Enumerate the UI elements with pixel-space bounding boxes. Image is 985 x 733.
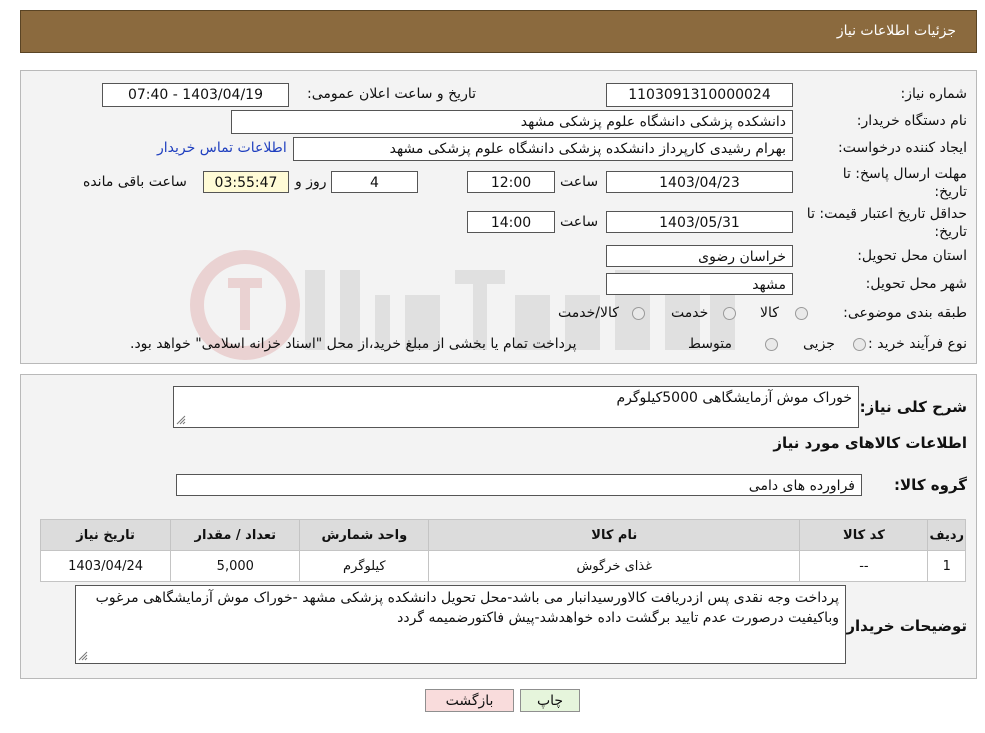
category-radio-goods[interactable] — [795, 307, 808, 320]
page-title: جزئیات اطلاعات نیاز — [836, 23, 956, 39]
table-row: 1 -- غذای خرگوش کیلوگرم 5,000 1403/04/24 — [39, 550, 966, 582]
category-label: طبقه بندی موضوعی: — [843, 305, 967, 321]
description-text: خوراک موش آزمایشگاهی 5000کیلوگرم — [616, 390, 852, 406]
deadline-days-field: 4 — [331, 171, 418, 193]
category-option-goods: کالا — [760, 305, 779, 321]
cell-goods-code: -- — [799, 550, 929, 582]
deadline-days-label: روز و — [295, 174, 327, 190]
deadline-label-line1: مهلت ارسال پاسخ: تا — [842, 166, 967, 182]
price-validity-label-line2: تاریخ: — [934, 224, 967, 240]
goods-info-title: اطلاعات کالاهای مورد نیاز — [773, 434, 967, 452]
print-button[interactable]: چاپ — [520, 689, 580, 712]
header-need-date: تاریخ نیاز — [39, 519, 172, 551]
header-quantity: تعداد / مقدار — [170, 519, 301, 551]
buyer-notes-label: توضیحات خریدار: — [840, 617, 967, 635]
deadline-date-field: 1403/04/23 — [606, 171, 793, 193]
announce-datetime-field: 1403/04/19 - 07:40 — [102, 83, 289, 107]
description-field: خوراک موش آزمایشگاهی 5000کیلوگرم — [173, 386, 859, 428]
price-validity-label-line1: حداقل تاریخ اعتبار قیمت: تا — [806, 206, 967, 222]
header-goods-code: کد کالا — [799, 519, 929, 551]
requester-label: ایجاد کننده درخواست: — [838, 140, 967, 156]
header-unit: واحد شمارش — [299, 519, 430, 551]
buyer-contact-link[interactable]: اطلاعات تماس خریدار — [157, 140, 287, 156]
city-label: شهر محل تحویل: — [865, 276, 967, 292]
province-label: استان محل تحویل: — [857, 248, 967, 264]
need-number-label: شماره نیاز: — [900, 86, 968, 102]
announce-datetime-label: تاریخ و ساعت اعلان عمومی: — [307, 86, 476, 102]
goods-group-label: گروه کالا: — [894, 476, 967, 494]
goods-group-field: فراورده های دامی — [176, 474, 862, 496]
category-radio-goods-service[interactable] — [632, 307, 645, 320]
deadline-time-label: ساعت — [560, 174, 599, 190]
purchase-type-label: نوع فرآیند خرید : — [868, 336, 967, 352]
requester-field: بهرام رشیدی کارپرداز دانشکده پزشکی دانشگ… — [293, 137, 793, 161]
category-option-service: خدمت — [671, 305, 709, 321]
cell-unit: کیلوگرم — [299, 550, 430, 582]
buyer-org-label: نام دستگاه خریدار: — [856, 113, 967, 129]
purchase-option-medium: متوسط — [688, 336, 732, 352]
resize-grip-icon[interactable] — [78, 651, 88, 661]
cell-need-date: 1403/04/24 — [39, 550, 172, 582]
header-goods-name: نام کالا — [428, 519, 801, 551]
page-header: جزئیات اطلاعات نیاز — [20, 10, 977, 53]
price-validity-time-field: 14:00 — [467, 211, 555, 233]
price-validity-time-label: ساعت — [560, 214, 599, 230]
category-radio-service[interactable] — [723, 307, 736, 320]
remaining-time-field: 03:55:47 — [203, 171, 289, 193]
header-row-no: ردیف — [927, 519, 966, 551]
back-button[interactable]: بازگشت — [425, 689, 514, 712]
province-field: خراسان رضوی — [606, 245, 793, 267]
resize-grip-icon[interactable] — [176, 415, 186, 425]
purchase-option-minor: جزیی — [803, 336, 835, 352]
goods-table-header: ردیف کد کالا نام کالا واحد شمارش تعداد /… — [39, 519, 966, 551]
deadline-time-field: 12:00 — [467, 171, 555, 193]
remaining-time-label: ساعت باقی مانده — [83, 174, 187, 190]
category-option-goods-service: کالا/خدمت — [558, 305, 619, 321]
description-label: شرح کلی نیاز: — [859, 398, 967, 416]
buyer-notes-field: پرداخت وجه نقدی پس ازدریافت کالاورسیدانب… — [75, 585, 846, 664]
cell-goods-name: غذای خرگوش — [428, 550, 801, 582]
buyer-org-field: دانشکده پزشکی دانشگاه علوم پزشکی مشهد — [231, 110, 793, 134]
treasury-note: پرداخت تمام یا بخشی از مبلغ خرید،از محل … — [130, 336, 577, 352]
need-number-field: 1103091310000024 — [606, 83, 793, 107]
deadline-label-line2: تاریخ: — [934, 184, 967, 200]
goods-table: ردیف کد کالا نام کالا واحد شمارش تعداد /… — [39, 519, 966, 582]
price-validity-date-field: 1403/05/31 — [606, 211, 793, 233]
buyer-notes-text: پرداخت وجه نقدی پس ازدریافت کالاورسیدانب… — [95, 590, 839, 626]
city-field: مشهد — [606, 273, 793, 295]
cell-row-no: 1 — [927, 550, 966, 582]
cell-quantity: 5,000 — [170, 550, 301, 582]
purchase-radio-medium[interactable] — [765, 338, 778, 351]
purchase-radio-minor[interactable] — [853, 338, 866, 351]
